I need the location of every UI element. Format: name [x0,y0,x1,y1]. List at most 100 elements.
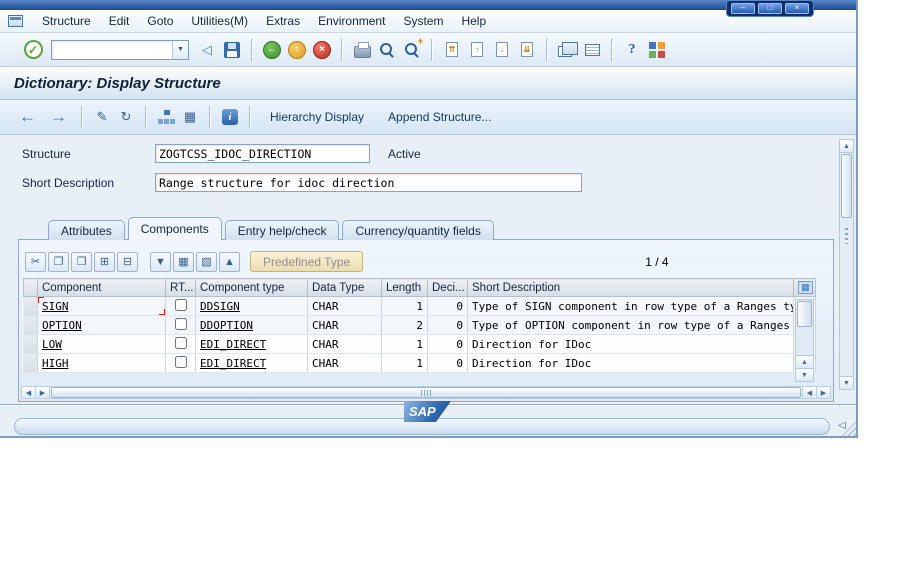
cancel-button[interactable]: × [311,38,333,62]
rt-checkbox[interactable] [175,356,187,368]
close-button[interactable]: × [785,3,809,14]
component-link[interactable]: LOW [42,338,62,351]
copy-button[interactable]: ❐ [48,252,69,272]
short-description-cell: Type of OPTION component in row type of … [468,316,794,335]
scroll-up-button[interactable]: ▲ [840,140,853,153]
tab-attributes[interactable]: Attributes [48,220,125,240]
back-mini-button[interactable]: ◁ [196,38,218,62]
table-vertical-scrollbar[interactable]: ▲ ▼ [795,299,814,382]
delete-row-button[interactable]: ⊟ [117,252,138,272]
hierarchy-display-link[interactable]: Hierarchy Display [260,108,374,126]
create-shortcut-button[interactable] [581,38,603,62]
tab-components[interactable]: Components [128,217,222,240]
paste-button[interactable]: ❒ [71,252,92,272]
short-description-field[interactable] [155,173,582,192]
customize-layout-button[interactable] [646,38,668,62]
scroll-down-button[interactable]: ▼ [840,376,853,389]
component-link[interactable]: SIGN [42,300,69,313]
table-row[interactable]: OPTION DDOPTION CHAR 2 0 Type of OPTION … [24,316,816,335]
first-page-button[interactable]: ⇈ [441,38,463,62]
component-type-link[interactable]: DDOPTION [200,319,253,332]
menu-system[interactable]: System [394,11,452,31]
refresh-button[interactable]: ↻ [116,107,136,127]
menu-structure[interactable]: Structure [33,11,100,31]
scroll-left-button[interactable]: ◀ [22,387,36,398]
next-page-button[interactable]: ↓ [491,38,513,62]
row-selector[interactable] [24,335,38,354]
nav-back-button[interactable]: ← [14,107,41,127]
menu-extras[interactable]: Extras [257,11,309,31]
info-icon: i [222,109,238,125]
display-change-button[interactable]: ✎ [92,107,112,127]
enter-button[interactable]: ✓ [22,38,44,62]
minimize-button[interactable]: – [731,3,755,14]
insert-row-button[interactable]: ⊞ [94,252,115,272]
info-button[interactable]: i [220,107,240,127]
row-selector[interactable] [24,354,38,373]
hierarchy-button[interactable] [156,107,176,127]
structure-field[interactable] [155,144,370,163]
system-menu-icon[interactable] [8,15,23,27]
table-settings-icon[interactable]: ▦ [798,281,813,294]
previous-page-button[interactable]: ↑ [466,38,488,62]
scroll-right-button[interactable]: ▶ [816,387,830,398]
find-button[interactable] [376,38,398,62]
predefined-type-button[interactable]: Predefined Type [250,251,363,272]
command-dropdown-icon[interactable]: ▼ [172,41,188,59]
nav-forward-button[interactable]: → [45,107,72,127]
status-text: Active [388,147,421,161]
table-view-button[interactable]: ▦ [180,107,200,127]
table-row[interactable]: HIGH EDI_DIRECT CHAR 1 0 Direction for I… [24,354,816,373]
tab-currency-quantity-fields[interactable]: Currency/quantity fields [342,220,493,240]
block-select-button[interactable]: ▧ [196,252,217,272]
print-button[interactable] [351,38,373,62]
menu-goto[interactable]: Goto [138,11,182,31]
component-type-link[interactable]: EDI_DIRECT [200,357,266,370]
select-all-button[interactable]: ▦ [173,252,194,272]
tab-entry-help-check[interactable]: Entry help/check [225,220,340,240]
component-link[interactable]: HIGH [42,357,69,370]
rt-checkbox[interactable] [175,318,187,330]
command-input[interactable] [52,41,172,59]
back-button[interactable]: ← [261,38,283,62]
status-expand-icon[interactable]: ◁ [838,420,846,431]
scrollbar-thumb[interactable] [841,154,852,218]
help-button[interactable]: ? [621,38,643,62]
menu-edit[interactable]: Edit [100,11,139,31]
scrollbar-thumb[interactable] [51,387,801,398]
row-selector[interactable] [24,297,38,316]
menu-utilities[interactable]: Utilities(M) [182,11,257,31]
table-row[interactable]: SIGN DDSIGN CHAR 1 0 Type of SIGN compon… [24,297,816,316]
new-session-button[interactable] [556,38,578,62]
menu-help[interactable]: Help [452,11,495,31]
collapse-button[interactable]: ▲ [219,252,240,272]
component-type-link[interactable]: EDI_DIRECT [200,338,266,351]
table-row[interactable]: LOW EDI_DIRECT CHAR 1 0 Direction for ID… [24,335,816,354]
exit-button[interactable]: ↑ [286,38,308,62]
rt-checkbox[interactable] [175,337,187,349]
row-selector[interactable] [24,316,38,335]
last-page-button[interactable]: ⇊ [516,38,538,62]
scroll-down-button[interactable]: ▼ [796,368,813,381]
menu-environment[interactable]: Environment [309,11,394,31]
component-type-link[interactable]: DDSIGN [200,300,240,313]
scroll-left-button[interactable]: ◀ [802,387,816,398]
component-link[interactable]: OPTION [42,319,82,332]
length-cell: 1 [382,335,428,354]
save-button[interactable] [221,38,243,62]
find-next-button[interactable]: + [401,38,423,62]
append-structure-link[interactable]: Append Structure... [378,108,501,126]
select-all-header[interactable] [24,279,38,297]
scroll-up-button[interactable]: ▲ [796,355,813,368]
sap-gui-window: – □ × Structure Edit Goto Utilities(M) E… [0,0,858,438]
scrollbar-thumb[interactable] [797,301,812,327]
window-vertical-scrollbar[interactable]: ▲ ▼ [839,139,854,390]
cut-icon: ✂ [31,255,40,268]
table-horizontal-scrollbar[interactable]: ◀ ▶ ◀ ▶ [21,386,831,399]
cut-button[interactable]: ✂ [25,252,46,272]
maximize-button[interactable]: □ [758,3,782,14]
scroll-right-button[interactable]: ▶ [36,387,50,398]
filter-button[interactable]: ▼ [150,252,171,272]
rt-checkbox[interactable] [175,299,187,311]
scrollbar-grip[interactable] [845,228,848,244]
